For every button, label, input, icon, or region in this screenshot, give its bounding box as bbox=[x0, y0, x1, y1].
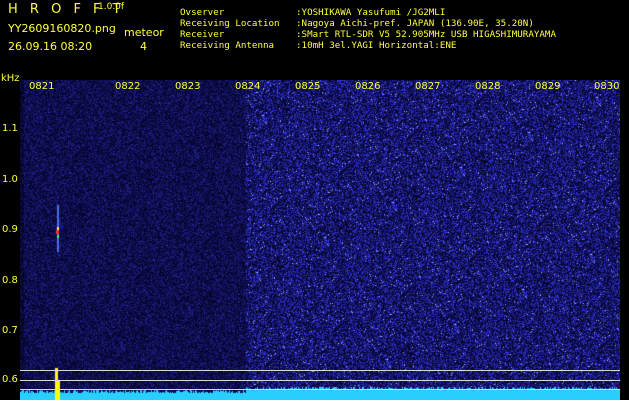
hrofft-window: H R O F F T 1.0.0f YY2609160820.png 26.0… bbox=[0, 0, 629, 400]
x-tick: 0823 bbox=[175, 81, 201, 92]
file-name: YY2609160820.png bbox=[8, 22, 116, 35]
x-tick: 0824 bbox=[235, 81, 261, 92]
x-tick: 0822 bbox=[115, 81, 141, 92]
y-tick: 0.9 bbox=[2, 224, 18, 235]
x-tick: 0825 bbox=[295, 81, 321, 92]
x-tick: 0826 bbox=[355, 81, 381, 92]
event-label: meteor bbox=[124, 26, 164, 39]
location-label: Receiving Location bbox=[180, 18, 280, 29]
x-tick: 0828 bbox=[475, 81, 501, 92]
threshold-line-middle bbox=[20, 380, 620, 381]
app-version: 1.0.0f bbox=[98, 2, 125, 12]
y-tick: 0.6 bbox=[2, 374, 18, 385]
spectrogram bbox=[20, 80, 620, 400]
y-tick: 1.1 bbox=[2, 123, 18, 134]
x-tick: 0830 bbox=[594, 81, 620, 92]
event-count: 4 bbox=[140, 40, 147, 53]
date-time: 26.09.16 08:20 bbox=[8, 40, 93, 53]
x-tick: 0827 bbox=[415, 81, 441, 92]
threshold-line-lower bbox=[20, 389, 620, 390]
receiver-value: :SMart RTL-SDR V5 52.905MHz USB HIGASHIM… bbox=[296, 29, 556, 40]
antenna-label: Receiving Antenna bbox=[180, 40, 275, 51]
receiver-label: Receiver bbox=[180, 29, 225, 40]
y-axis-unit: kHz bbox=[1, 73, 20, 84]
x-tick: 0829 bbox=[535, 81, 561, 92]
x-tick: 0821 bbox=[29, 81, 55, 92]
y-tick: 0.7 bbox=[2, 325, 18, 336]
location-value: :Nagoya Aichi-pref. JAPAN (136.90E, 35.2… bbox=[296, 18, 534, 29]
observer-label: Ovserver bbox=[180, 7, 225, 18]
y-tick: 0.8 bbox=[2, 275, 18, 286]
threshold-line-upper bbox=[20, 370, 620, 371]
y-tick: 1.0 bbox=[2, 174, 18, 185]
observer-value: :YOSHIKAWA Yasufumi /JG2MLI bbox=[296, 7, 446, 18]
antenna-value: :10mH 3el.YAGI Horizontal:ENE bbox=[296, 40, 457, 51]
